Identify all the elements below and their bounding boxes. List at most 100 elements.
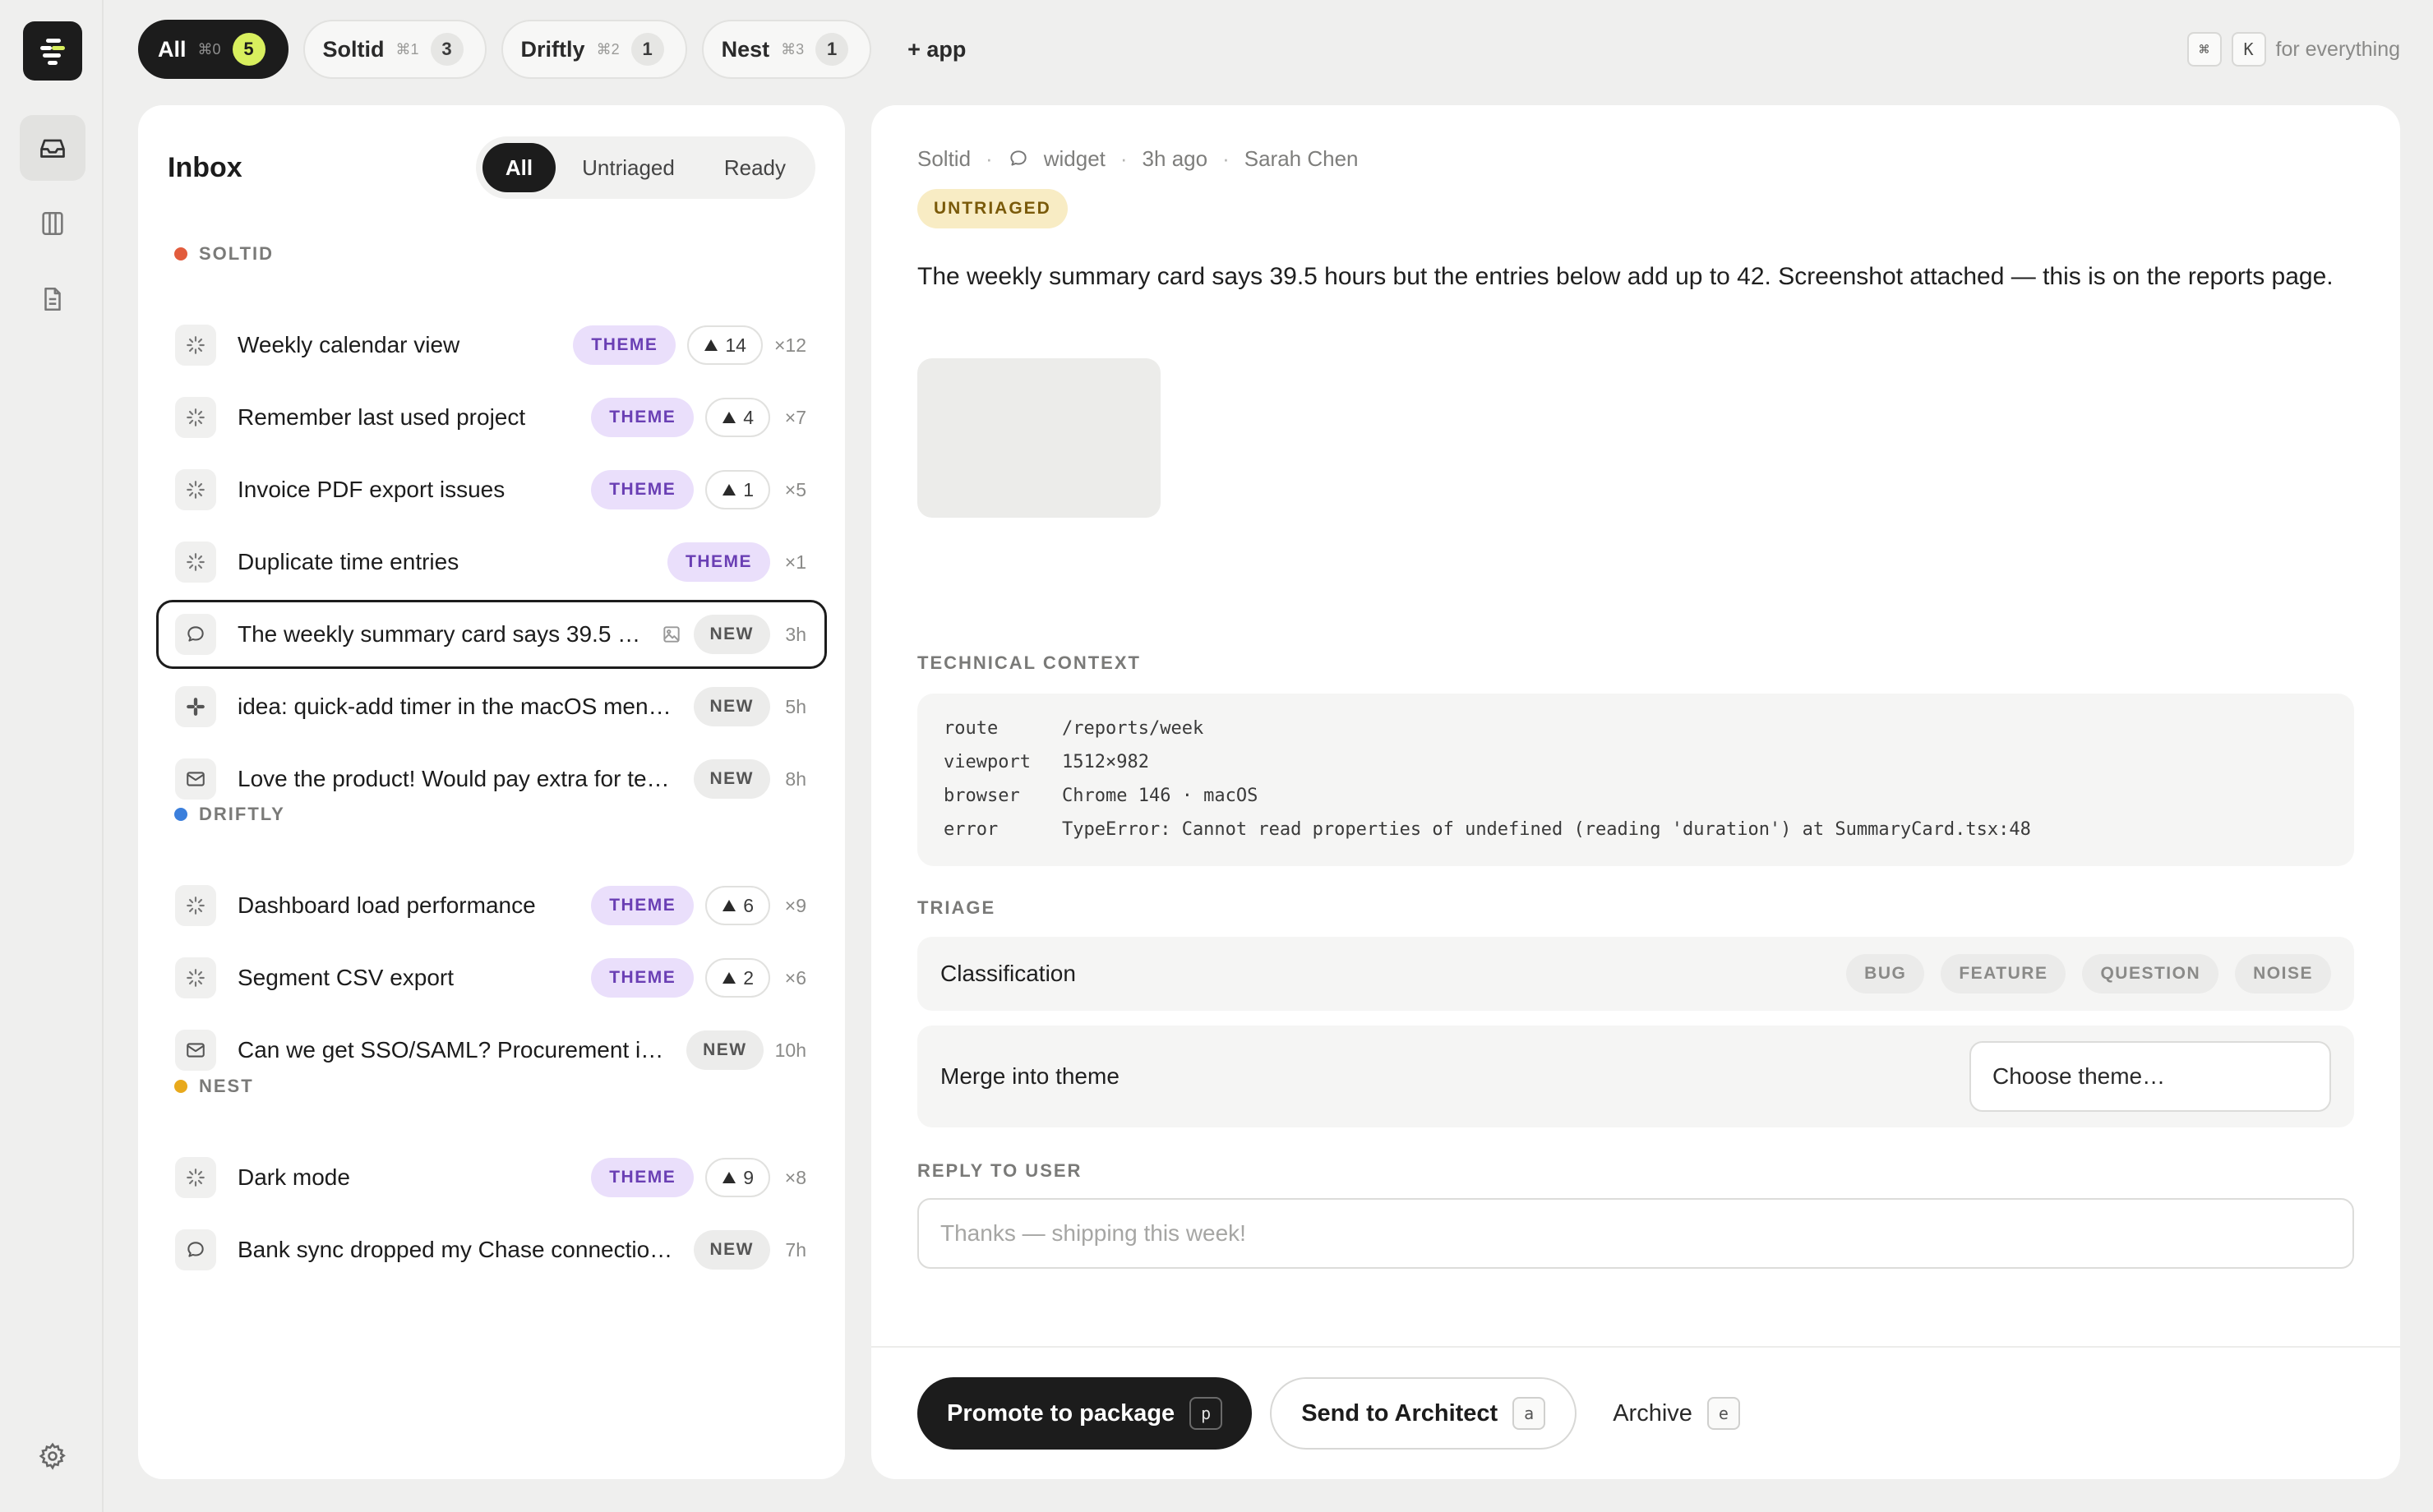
vote-count[interactable]: 9 xyxy=(705,1158,770,1197)
filter-ready[interactable]: Ready xyxy=(701,143,809,192)
inbox-item-meta-group: THEME 1 ×5 xyxy=(591,470,806,509)
nav-inbox-button[interactable] xyxy=(20,115,85,181)
inbox-item[interactable]: Dark mode THEME 9 ×8 xyxy=(156,1143,827,1212)
vote-count[interactable]: 4 xyxy=(705,398,770,437)
inbox-item[interactable]: Can we get SSO/SAML? Procurement is aski… xyxy=(156,1016,827,1085)
nav-board-button[interactable] xyxy=(20,191,85,256)
screenshot-attachment[interactable] xyxy=(917,358,1161,518)
theme-badge: THEME xyxy=(573,325,676,365)
inbox-item[interactable]: Love the product! Would pay extra for te… xyxy=(156,744,827,814)
technical-context-label: TECHNICAL CONTEXT xyxy=(917,652,1141,673)
context-value: TypeError: Cannot read properties of und… xyxy=(1062,819,2031,840)
inbox-item[interactable]: Invoice PDF export issues THEME 1 ×5 xyxy=(156,455,827,524)
classify-bug-chip[interactable]: BUG xyxy=(1846,954,1925,993)
vote-count[interactable]: 14 xyxy=(687,325,763,365)
theme-icon xyxy=(175,397,216,438)
vote-count[interactable]: 2 xyxy=(705,958,770,998)
vote-count-value: 2 xyxy=(743,966,754,989)
classify-noise-chip[interactable]: NOISE xyxy=(2235,954,2331,993)
item-meta: ×12 xyxy=(773,334,806,356)
classify-question-chip[interactable]: QUESTION xyxy=(2082,954,2219,993)
vote-count-value: 6 xyxy=(743,894,754,916)
command-palette-hint[interactable]: ⌘ K for everything xyxy=(2186,32,2400,67)
reply-input[interactable] xyxy=(917,1198,2354,1269)
breadcrumb: Soltid · widget · 3h ago · Sarah Chen xyxy=(917,140,1359,177)
tab-count-badge: 1 xyxy=(815,33,849,66)
app-name[interactable]: Soltid xyxy=(917,146,971,172)
promote-to-package-button[interactable]: Promote to package p xyxy=(917,1377,1253,1450)
vote-count-value: 1 xyxy=(743,478,754,500)
reply-label: REPLY TO USER xyxy=(917,1160,1083,1181)
group-label-text: SOLTID xyxy=(199,243,275,264)
context-row: error TypeError: Cannot read properties … xyxy=(944,813,2328,846)
upvote-triangle-icon xyxy=(722,411,736,424)
command-palette-text: for everything xyxy=(2275,37,2400,61)
merge-theme-label: Merge into theme xyxy=(940,1063,1120,1089)
item-meta: ×6 xyxy=(784,966,806,989)
inbox-item[interactable]: idea: quick-add timer in the macOS menu … xyxy=(156,672,827,741)
add-app-button[interactable]: + app xyxy=(907,37,966,62)
inbox-item[interactable]: Remember last used project THEME 4 ×7 xyxy=(156,383,827,452)
inbox-item[interactable]: The weekly summary card says 39.5 hours … xyxy=(156,600,827,669)
inbox-icon xyxy=(38,133,67,163)
app-logo[interactable] xyxy=(23,21,82,81)
send-to-architect-button[interactable]: Send to Architect a xyxy=(1270,1377,1577,1450)
context-value: Chrome 146 · macOS xyxy=(1062,786,1258,806)
tab-all[interactable]: All ⌘0 5 xyxy=(138,20,289,79)
theme-icon xyxy=(175,469,216,510)
upvote-triangle-icon xyxy=(722,1171,736,1184)
inbox-item[interactable]: Duplicate time entries THEME ×1 xyxy=(156,528,827,597)
filter-untriaged[interactable]: Untriaged xyxy=(559,143,698,192)
nav-docs-button[interactable] xyxy=(20,266,85,332)
kbd-cmd: ⌘ xyxy=(2186,32,2222,67)
tab-driftly[interactable]: Driftly ⌘2 1 xyxy=(501,20,687,79)
classify-feature-chip[interactable]: FEATURE xyxy=(1941,954,2066,993)
archive-button[interactable]: Archive e xyxy=(1595,1377,1758,1450)
vote-count[interactable]: 1 xyxy=(705,470,770,509)
choose-theme-select[interactable]: Choose theme… xyxy=(1969,1041,2331,1112)
action-footer: Promote to package p Send to Architect a… xyxy=(871,1346,2400,1479)
inbox-item[interactable]: Dashboard load performance THEME 6 ×9 xyxy=(156,871,827,940)
tab-shortcut: ⌘1 xyxy=(395,40,419,58)
item-meta: ×1 xyxy=(784,551,806,573)
tab-shortcut: ⌘3 xyxy=(781,40,805,58)
item-meta: 5h xyxy=(785,695,806,717)
feedback-detail-panel: Soltid · widget · 3h ago · Sarah Chen UN… xyxy=(871,105,2400,1479)
inbox-item-title: Segment CSV export xyxy=(238,965,455,990)
inbox-item[interactable]: Weekly calendar view THEME 14 ×12 xyxy=(156,311,827,380)
theme-icon xyxy=(175,885,216,926)
item-meta: ×9 xyxy=(784,894,806,916)
gear-icon xyxy=(38,1441,67,1471)
filter-all[interactable]: All xyxy=(482,143,556,192)
inbox-item-title: Remember last used project xyxy=(238,404,526,430)
vote-count[interactable]: 6 xyxy=(705,886,770,925)
tab-count-badge: 1 xyxy=(630,33,664,66)
theme-icon xyxy=(175,325,216,366)
inbox-item-meta-group: NEW 7h xyxy=(693,1230,806,1270)
tab-shortcut: ⌘2 xyxy=(596,40,620,58)
tab-soltid[interactable]: Soltid ⌘1 3 xyxy=(302,20,487,79)
settings-button[interactable] xyxy=(20,1423,85,1489)
item-meta: 10h xyxy=(774,1039,806,1061)
vote-count-value: 9 xyxy=(743,1166,754,1188)
app-tabs-bar: All ⌘0 5 Soltid ⌘1 3 Driftly ⌘2 1 Nest ⌘… xyxy=(138,20,2400,79)
timestamp: 3h ago xyxy=(1142,145,1208,171)
merge-theme-card: Merge into theme Choose theme… xyxy=(917,1026,2354,1127)
tab-label: Soltid xyxy=(322,36,385,62)
inbox-item[interactable]: Bank sync dropped my Chase connection ag… xyxy=(156,1215,827,1284)
author-name[interactable]: Sarah Chen xyxy=(1244,146,1359,172)
context-value: 1512×982 xyxy=(1062,752,1149,772)
inbox-item-title: Dashboard load performance xyxy=(238,892,536,918)
inbox-item-title: idea: quick-add timer in the macOS menu … xyxy=(238,694,681,719)
theme-badge: THEME xyxy=(591,1158,695,1197)
inbox-item-title: Duplicate time entries xyxy=(238,549,459,574)
inbox-item-meta-group: THEME 14 ×12 xyxy=(573,325,806,365)
item-meta: 7h xyxy=(785,1238,806,1261)
theme-badge: THEME xyxy=(591,398,695,437)
theme-badge: THEME xyxy=(591,886,695,925)
inbox-item-title: Bank sync dropped my Chase connection ag… xyxy=(238,1237,681,1262)
new-badge: NEW xyxy=(693,759,770,799)
tab-nest[interactable]: Nest ⌘3 1 xyxy=(701,20,872,79)
upvote-triangle-icon xyxy=(722,971,736,984)
inbox-item[interactable]: Segment CSV export THEME 2 ×6 xyxy=(156,943,827,1012)
